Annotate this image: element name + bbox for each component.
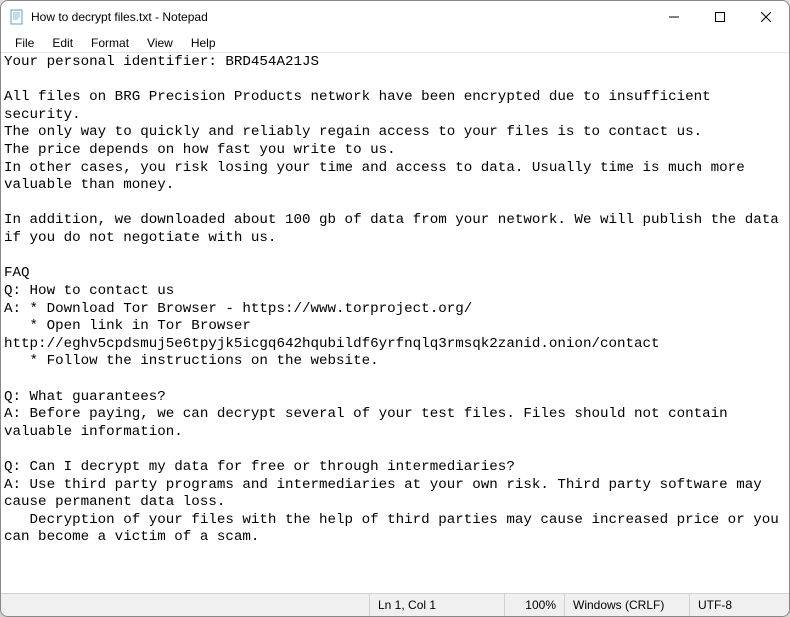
statusbar: Ln 1, Col 1 100% Windows (CRLF) UTF-8 bbox=[1, 593, 789, 616]
notepad-window: How to decrypt files.txt - Notepad File … bbox=[0, 0, 790, 617]
menu-edit[interactable]: Edit bbox=[44, 34, 81, 52]
close-button[interactable] bbox=[743, 1, 789, 33]
maximize-button[interactable] bbox=[697, 1, 743, 33]
menubar: File Edit Format View Help bbox=[1, 33, 789, 53]
minimize-button[interactable] bbox=[651, 1, 697, 33]
status-line-ending: Windows (CRLF) bbox=[564, 594, 689, 616]
menu-view[interactable]: View bbox=[139, 34, 181, 52]
window-title: How to decrypt files.txt - Notepad bbox=[31, 10, 651, 24]
menu-format[interactable]: Format bbox=[83, 34, 137, 52]
menu-file[interactable]: File bbox=[7, 34, 42, 52]
status-position: Ln 1, Col 1 bbox=[369, 594, 504, 616]
status-zoom: 100% bbox=[504, 594, 564, 616]
notepad-icon bbox=[9, 9, 25, 25]
status-encoding: UTF-8 bbox=[689, 594, 789, 616]
titlebar[interactable]: How to decrypt files.txt - Notepad bbox=[1, 1, 789, 33]
window-controls bbox=[651, 1, 789, 33]
document-text: Your personal identifier: BRD454A21JS Al… bbox=[4, 54, 786, 547]
menu-help[interactable]: Help bbox=[183, 34, 224, 52]
text-area[interactable]: Your personal identifier: BRD454A21JS Al… bbox=[1, 53, 789, 593]
